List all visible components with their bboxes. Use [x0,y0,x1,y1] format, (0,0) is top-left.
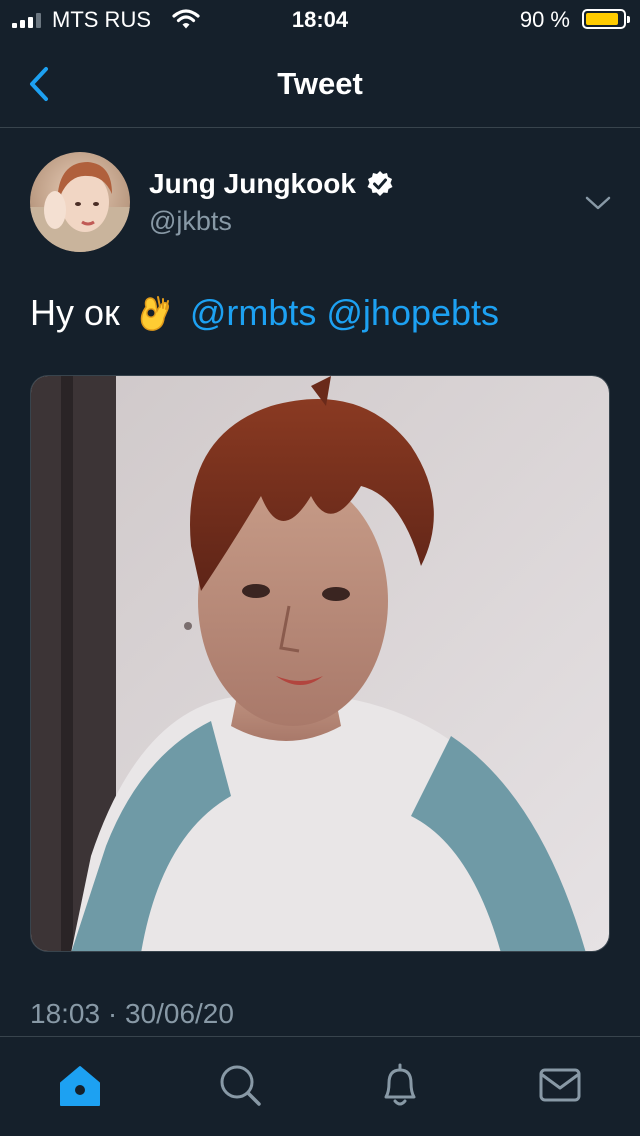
author-handle[interactable]: @jkbts [149,206,232,237]
battery-percentage: 90 % [519,7,570,32]
chevron-down-icon[interactable] [584,192,612,214]
author-name-row: Jung Jungkook [149,168,394,200]
top-navigation-bar: Tweet [0,40,640,128]
page-title: Tweet [277,66,363,101]
notifications-bell-icon[interactable] [376,1061,424,1109]
verified-badge-icon [367,171,393,196]
messages-envelope-icon[interactable] [536,1061,584,1109]
mention-link[interactable]: @rmbts [190,292,317,333]
bottom-tab-bar [0,1036,640,1136]
battery-icon [582,9,630,29]
author-name[interactable]: Jung Jungkook [149,168,356,200]
tweet-photo[interactable] [30,375,610,952]
home-icon[interactable] [56,1061,104,1109]
tweet-text-prefix: Ну ок [30,292,120,333]
status-bar: MTS RUS 18:04 90 % [0,0,640,40]
avatar[interactable] [30,152,130,252]
tweet-text: Ну ок @rmbts @jhopebts [30,290,499,336]
search-icon[interactable] [216,1061,264,1109]
mention-link[interactable]: @jhopebts [326,292,499,333]
tweet-timestamp: 18:03 · 30/06/20 [30,998,234,1029]
ok-hand-emoji-icon [140,296,169,331]
